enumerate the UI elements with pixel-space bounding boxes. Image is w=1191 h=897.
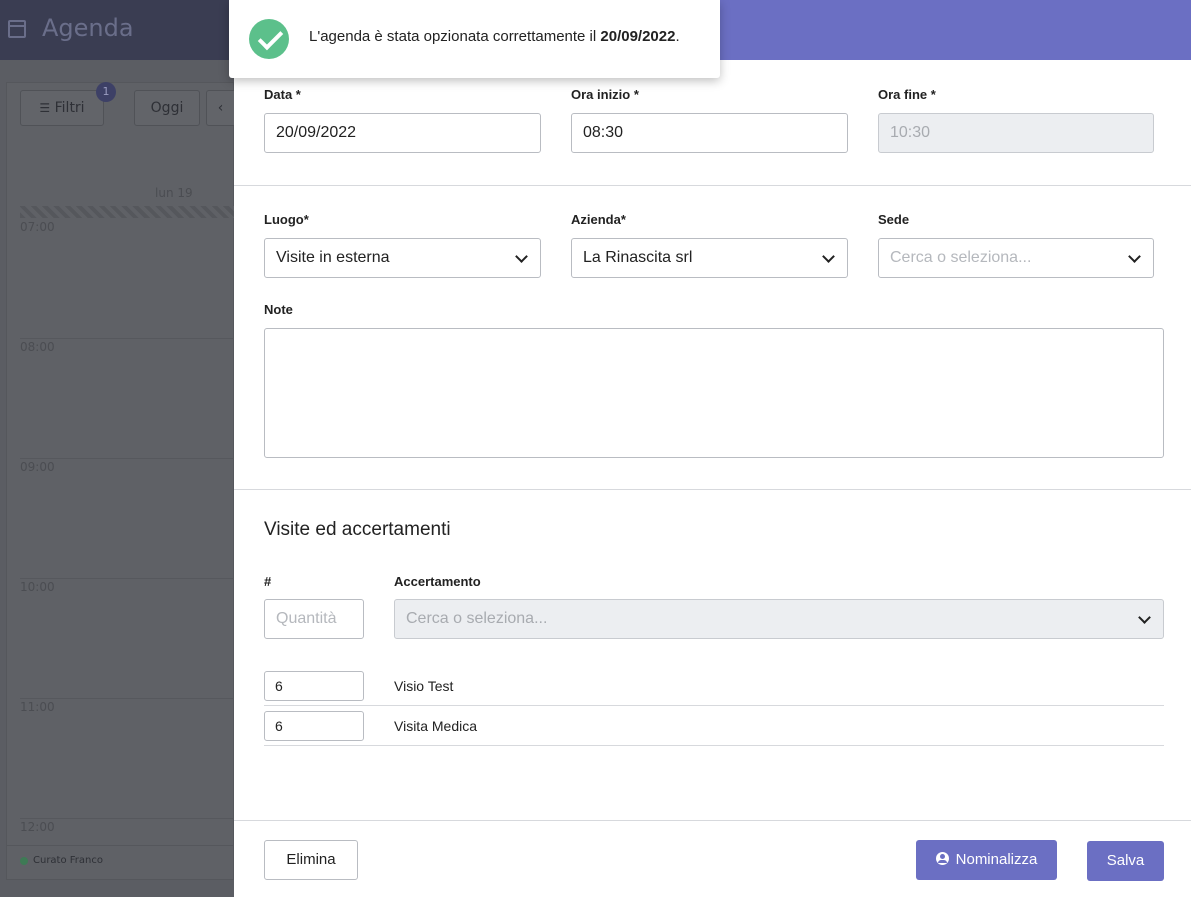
time-slot-label: 12:00 <box>20 820 55 834</box>
start-time-field[interactable]: 08:30 <box>571 113 848 153</box>
filter-icon: ☰ <box>39 101 51 115</box>
save-button[interactable]: Salva <box>1087 841 1164 881</box>
chevron-down-icon <box>1138 611 1151 624</box>
calendar-icon <box>8 20 26 38</box>
toast-message: L'agenda è stata opzionata correttamente… <box>309 28 680 45</box>
visits-section-title: Visite ed accertamenti <box>264 519 451 540</box>
quantity-placeholder: Quantità <box>276 610 337 627</box>
appointment-drawer: Data * 20/09/2022 Ora inizio * 08:30 Ora… <box>234 0 1191 897</box>
place-select[interactable]: Visite in esterna <box>264 238 541 278</box>
chevron-down-icon <box>515 250 528 263</box>
success-toast: L'agenda è stata opzionata correttamente… <box>229 0 720 78</box>
site-label: Sede <box>878 212 910 227</box>
end-time-label: Ora fine * <box>878 87 936 102</box>
qty-column-header: # <box>264 574 272 589</box>
toast-message-prefix: L'agenda è stata opzionata correttamente… <box>309 28 601 45</box>
exam-column-header: Accertamento <box>394 574 481 589</box>
nominalize-button[interactable]: Nominalizza <box>916 840 1057 880</box>
check-circle-icon <box>249 19 289 59</box>
time-slot-label: 10:00 <box>20 580 55 594</box>
delete-button[interactable]: Elimina <box>264 840 358 880</box>
time-grid-line <box>20 818 234 819</box>
site-placeholder: Cerca o seleziona... <box>890 249 1032 266</box>
site-select[interactable]: Cerca o seleziona... <box>878 238 1154 278</box>
chevron-down-icon <box>1128 250 1141 263</box>
filters-button[interactable]: ☰ Filtri <box>20 90 104 126</box>
exam-select[interactable]: Cerca o seleziona... <box>394 599 1164 639</box>
all-day-row <box>20 206 234 218</box>
time-grid-line <box>20 698 234 699</box>
quantity-input[interactable]: Quantità <box>264 599 364 639</box>
toast-message-suffix: . <box>675 28 680 45</box>
day-header: lun 19 <box>155 186 193 200</box>
time-slot-label: 07:00 <box>20 220 55 234</box>
toast-message-date: 20/09/2022 <box>600 28 676 45</box>
filters-badge: 1 <box>96 82 116 102</box>
start-time-label: Ora inizio * <box>571 87 639 102</box>
time-slot-label: 08:00 <box>20 340 55 354</box>
time-grid-line <box>20 578 234 579</box>
user-color-dot <box>20 857 28 865</box>
end-time-field: 10:30 <box>878 113 1154 153</box>
time-grid-line <box>20 338 234 339</box>
chevron-down-icon <box>822 250 835 263</box>
agenda-title: Agenda <box>42 14 134 42</box>
section-divider <box>234 185 1191 186</box>
time-slot-label: 11:00 <box>20 700 55 714</box>
row-divider <box>264 705 1164 706</box>
date-label: Data * <box>264 87 301 102</box>
legend-user-name: Curato Franco <box>33 855 103 866</box>
notes-label: Note <box>264 302 293 317</box>
exam-placeholder: Cerca o seleziona... <box>406 610 548 627</box>
row-exam-name: Visio Test <box>394 678 454 694</box>
row-qty-input[interactable]: 6 <box>264 711 364 741</box>
time-grid-line <box>20 458 234 459</box>
user-circle-icon <box>935 852 949 865</box>
today-button[interactable]: Oggi <box>134 90 200 126</box>
agenda-calendar-panel <box>6 82 234 880</box>
date-field[interactable]: 20/09/2022 <box>264 113 541 153</box>
section-divider <box>234 489 1191 490</box>
company-select[interactable]: La Rinascita srl <box>571 238 848 278</box>
row-qty-input[interactable]: 6 <box>264 671 364 701</box>
notes-textarea[interactable] <box>264 328 1164 458</box>
company-label: Azienda* <box>571 212 626 227</box>
row-exam-name: Visita Medica <box>394 718 478 734</box>
company-value: La Rinascita srl <box>583 249 693 266</box>
filters-label: Filtri <box>54 100 85 116</box>
footer-divider <box>234 820 1191 821</box>
nominalize-label: Nominalizza <box>955 851 1038 868</box>
place-value: Visite in esterna <box>276 249 390 266</box>
chevron-left-icon[interactable]: ‹ <box>206 90 234 126</box>
place-label: Luogo* <box>264 212 309 227</box>
time-slot-label: 09:00 <box>20 460 55 474</box>
row-divider <box>264 745 1164 746</box>
